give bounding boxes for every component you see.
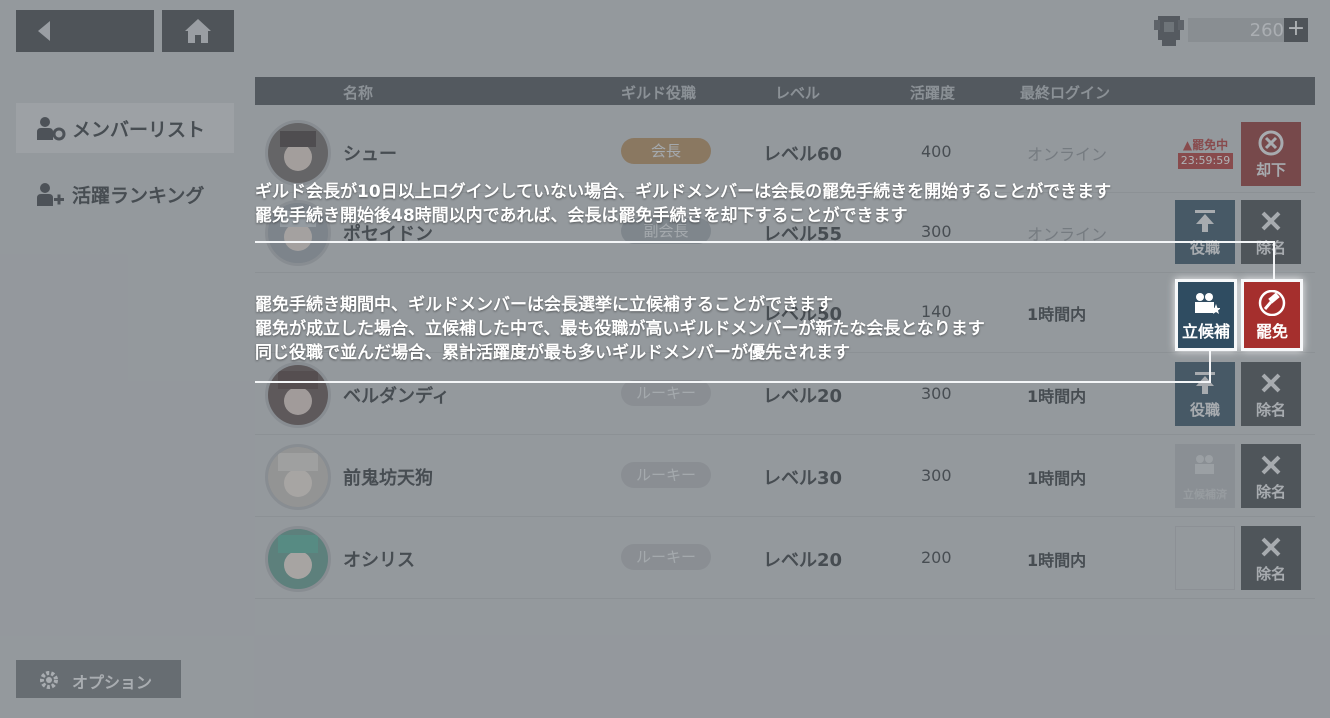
tutorial-line: ギルド会長が10日以上ログインしていない場合、ギルドメンバーは会長の罷免手続きを… — [255, 182, 1112, 202]
callout-line-top — [255, 241, 1275, 243]
dismiss-button[interactable]: 罷免 — [1241, 279, 1303, 351]
tutorial-line: 罷免が成立した場合、立候補した中で、最も役職が高いギルドメンバーが新たな会長とな… — [255, 319, 985, 339]
tutorial-text-bottom: 罷免手続き期間中、ギルドメンバーは会長選挙に立候補することができます 罷免が成立… — [255, 293, 985, 365]
tutorial-line: 罷免手続き開始後48時間以内であれば、会長は罷免手続きを却下することができます — [255, 206, 908, 226]
callout-line-bottom — [255, 381, 1211, 383]
candidate-icon — [1195, 293, 1220, 314]
tutorial-text-top: ギルド会長が10日以上ログインしていない場合、ギルドメンバーは会長の罷免手続きを… — [255, 180, 1111, 228]
callout-connector-top — [1273, 241, 1275, 279]
candidate-button[interactable]: 立候補 — [1175, 279, 1237, 351]
gavel-icon — [1258, 290, 1286, 316]
callout-connector-bottom — [1209, 350, 1211, 383]
tutorial-line: 罷免手続き期間中、ギルドメンバーは会長選挙に立候補することができます — [255, 295, 833, 315]
tutorial-line: 同じ役職で並んだ場合、累計活躍度が最も多いギルドメンバーが優先されます — [255, 343, 850, 363]
